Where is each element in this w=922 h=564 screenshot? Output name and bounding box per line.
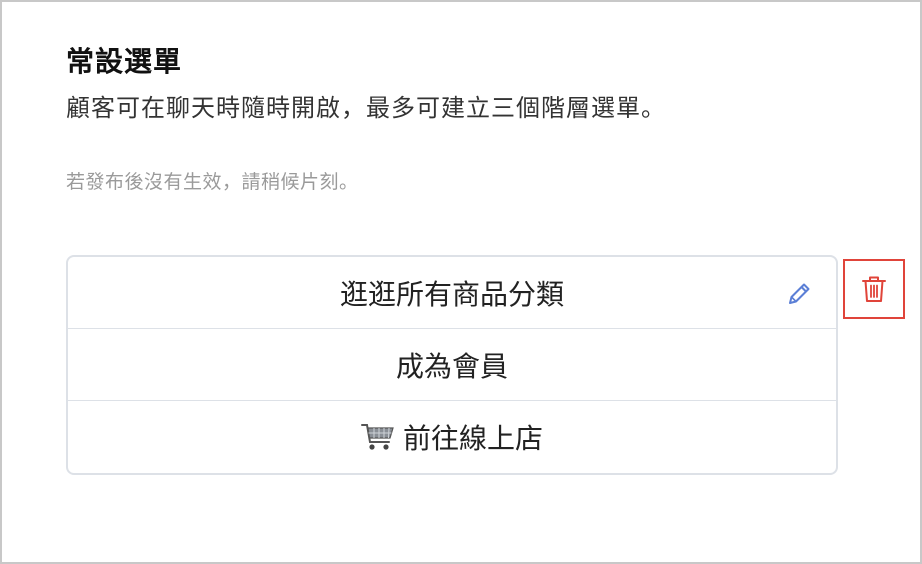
menu-item-browse-categories[interactable]: 逛逛所有商品分類 <box>68 257 836 329</box>
menu-item-label: 前往線上店 <box>402 422 543 455</box>
section-title: 常設選單 <box>66 45 183 78</box>
pencil-icon <box>789 283 810 304</box>
delete-button[interactable] <box>843 259 905 319</box>
persistent-menu-list: 逛逛所有商品分類 成為會員 前往線上店 <box>66 255 838 475</box>
section-description: 顧客可在聊天時隨時開啟，最多可建立三個階層選單。 <box>66 94 666 122</box>
trash-icon <box>862 276 886 302</box>
menu-item-online-store[interactable]: 前往線上店 <box>68 401 836 473</box>
publish-note: 若發布後沒有生效，請稍候片刻。 <box>66 171 359 193</box>
shopping-cart-icon <box>360 424 394 450</box>
menu-item-label: 成為會員 <box>395 349 508 383</box>
edit-button[interactable] <box>784 279 814 309</box>
settings-panel: 常設選單 顧客可在聊天時隨時開啟，最多可建立三個階層選單。 若發布後沒有生效，請… <box>0 0 922 564</box>
menu-item-become-member[interactable]: 成為會員 <box>68 329 836 401</box>
menu-item-label: 逛逛所有商品分類 <box>339 277 564 311</box>
